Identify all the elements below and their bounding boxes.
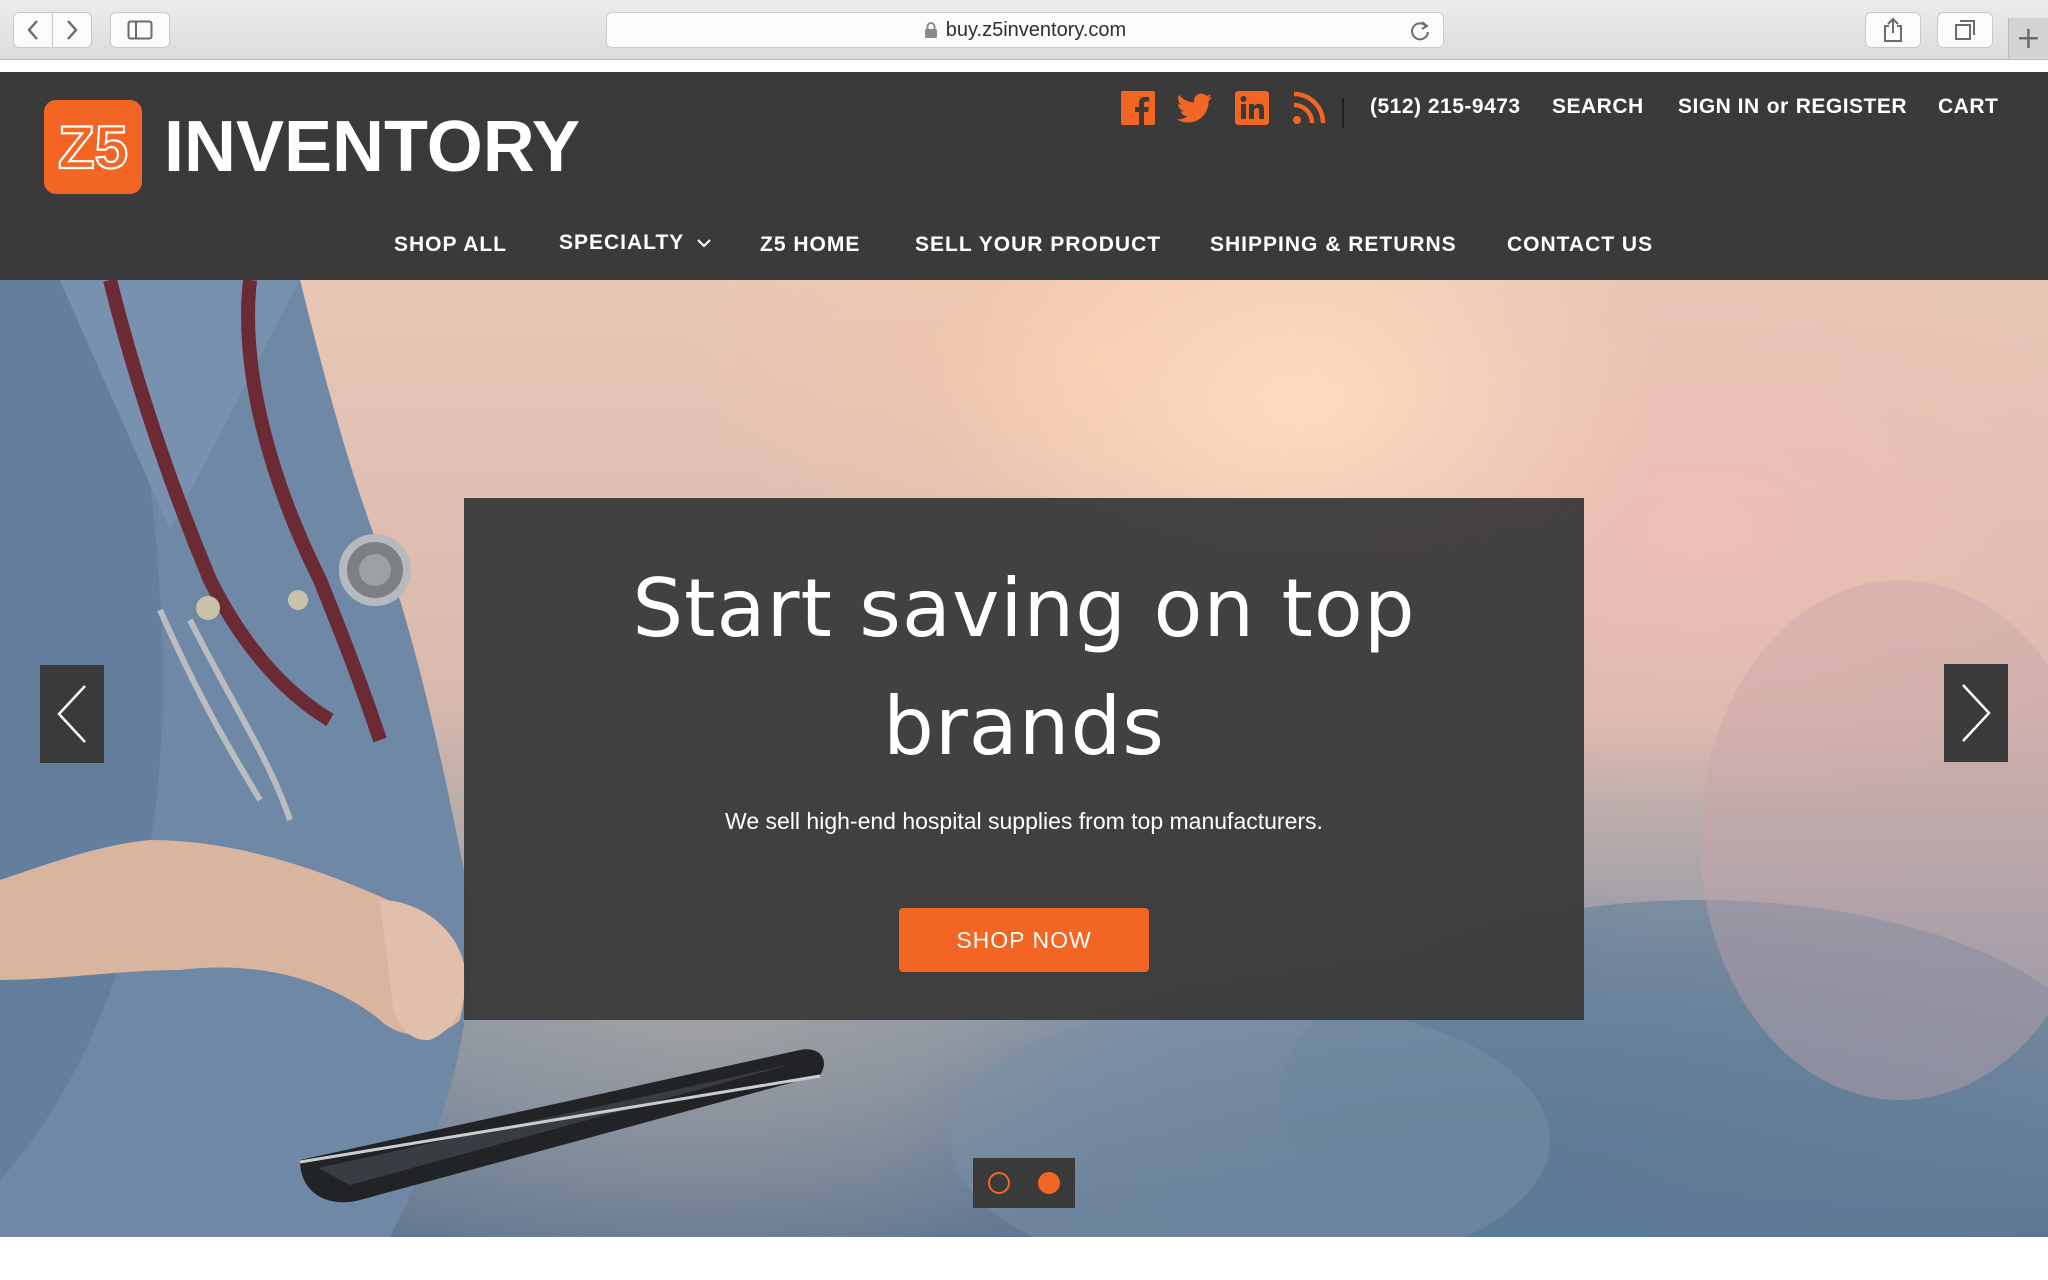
carousel-next-button[interactable] <box>1944 664 2008 762</box>
forward-button[interactable] <box>52 12 92 48</box>
register-link[interactable]: REGISTER <box>1796 95 1907 119</box>
tabs-button[interactable] <box>1937 12 1993 48</box>
lock-icon <box>924 22 937 38</box>
nav-sell-your-product[interactable]: SELL YOUR PRODUCT <box>915 230 1161 260</box>
back-button[interactable] <box>13 12 53 48</box>
linkedin-icon <box>1235 91 1269 125</box>
nav-contact-us[interactable]: CONTACT US <box>1507 230 1653 260</box>
site-header: Z5 INVENTORY (512) 215-9473 SEARCH SIGN … <box>0 72 2048 280</box>
z5-logo-icon: Z5 <box>57 116 129 178</box>
chevron-left-icon <box>57 685 86 743</box>
carousel-dot-2[interactable] <box>1038 1172 1060 1194</box>
share-icon <box>1884 17 1902 42</box>
reload-icon[interactable] <box>1409 20 1431 42</box>
twitter-icon <box>1177 93 1212 123</box>
hero-title: Start saving on top brands <box>464 550 1584 786</box>
account-links: SIGN IN or REGISTER <box>1678 92 1907 122</box>
logo-wordmark: INVENTORY <box>164 107 581 187</box>
chevron-right-icon <box>67 20 78 40</box>
facebook-icon <box>1121 91 1155 125</box>
facebook-link[interactable] <box>1120 90 1156 126</box>
phone-link[interactable]: (512) 215-9473 <box>1370 92 1521 122</box>
logo[interactable]: Z5 INVENTORY <box>44 100 580 194</box>
hero-title-line1: Start saving on top <box>632 562 1416 655</box>
nav-specialty-label: SPECIALTY <box>559 231 685 254</box>
nav-shipping-returns[interactable]: SHIPPING & RETURNS <box>1210 230 1457 260</box>
hero-carousel: Start saving on top brands We sell high-… <box>0 280 2048 1237</box>
sidebar-icon <box>127 20 153 40</box>
share-button[interactable] <box>1865 12 1921 48</box>
nav-shop-all[interactable]: SHOP ALL <box>394 230 507 260</box>
carousel-indicators <box>973 1158 1075 1208</box>
sidebar-button[interactable] <box>110 12 170 48</box>
linkedin-link[interactable] <box>1234 90 1270 126</box>
rss-link[interactable] <box>1291 90 1327 126</box>
chevron-right-icon <box>1962 684 1991 742</box>
search-link[interactable]: SEARCH <box>1552 92 1644 122</box>
page-below-fold <box>0 1237 2048 1280</box>
chevron-left-icon <box>27 20 38 40</box>
svg-text:Z5: Z5 <box>58 116 128 178</box>
sign-in-link[interactable]: SIGN IN <box>1678 95 1760 119</box>
rss-icon <box>1293 91 1326 124</box>
nav-z5-home[interactable]: Z5 HOME <box>760 230 860 260</box>
hero-title-line2: brands <box>883 680 1165 773</box>
tabs-icon <box>1955 20 1975 40</box>
chrome-divider <box>0 60 2048 72</box>
url-text: buy.z5inventory.com <box>945 18 1127 41</box>
address-bar[interactable]: buy.z5inventory.com <box>606 12 1444 48</box>
social-links <box>1120 90 1348 126</box>
shop-now-button[interactable]: SHOP NOW <box>899 908 1149 972</box>
carousel-prev-button[interactable] <box>40 665 104 763</box>
hero-caption: Start saving on top brands We sell high-… <box>464 498 1584 1020</box>
nav-specialty[interactable]: SPECIALTY <box>559 228 712 258</box>
cart-link[interactable]: CART <box>1938 92 1998 122</box>
logo-mark: Z5 <box>44 100 142 194</box>
browser-toolbar: buy.z5inventory.com + <box>0 0 2048 60</box>
carousel-dot-1[interactable] <box>988 1172 1010 1194</box>
new-tab-button[interactable]: + <box>2008 18 2048 58</box>
hero-subtitle: We sell high-end hospital supplies from … <box>725 808 1323 834</box>
twitter-link[interactable] <box>1177 90 1213 126</box>
or-text: or <box>1766 95 1789 118</box>
header-divider <box>1342 98 1344 128</box>
chevron-down-icon <box>696 238 712 248</box>
